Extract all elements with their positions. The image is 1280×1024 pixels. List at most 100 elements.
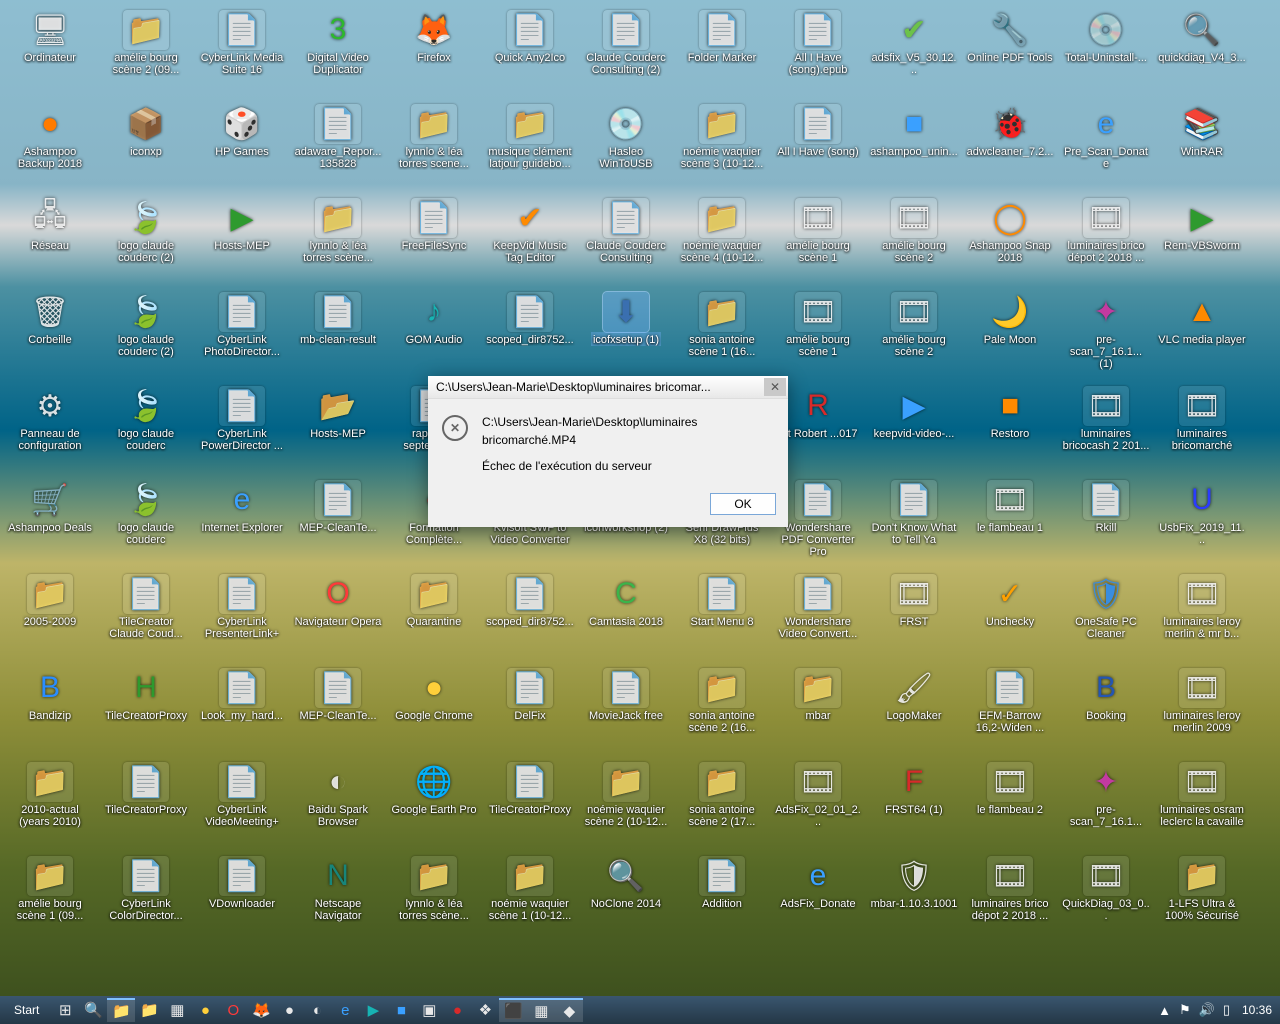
app4-icon[interactable]: ▣ xyxy=(415,998,443,1022)
desktop-icon[interactable]: 📄adaware_Repor... 135828 xyxy=(292,100,384,194)
desktop-icon[interactable]: ✔KeepVid Music Tag Editor xyxy=(484,194,576,288)
desktop-icon[interactable]: 🎞luminaires brico dépot 2 2018 ... xyxy=(964,852,1056,946)
desktop-icon[interactable]: 📄TileCreatorProxy xyxy=(100,758,192,852)
desktop-icon[interactable]: 🎞luminaires brico dépot 2 2018 ... xyxy=(1060,194,1152,288)
desktop-icon[interactable]: 🎞le flambeau 2 xyxy=(964,758,1056,852)
desktop-icon[interactable]: 🎞amélie bourg scène 1 xyxy=(772,194,864,288)
desktop-icon[interactable]: 📄Addition xyxy=(676,852,768,946)
desktop-icon[interactable]: 🎞amélie bourg scène 2 xyxy=(868,194,960,288)
desktop-icon[interactable]: 📄FreeFileSync xyxy=(388,194,480,288)
desktop-icon[interactable]: 🎲HP Games xyxy=(196,100,288,194)
desktop-icon[interactable]: 🔍quickdiag_V4_3... xyxy=(1156,6,1248,100)
desktop-icon[interactable]: 🗑Corbeille xyxy=(4,288,96,382)
chrome-icon[interactable]: ● xyxy=(191,998,219,1022)
desktop-icon[interactable]: UUsbFix_2019_11... xyxy=(1156,476,1248,570)
desktop-icon[interactable]: 🍃logo claude couderc (2) xyxy=(100,194,192,288)
start-menu-icon[interactable]: ⊞ xyxy=(51,998,79,1022)
desktop-icon[interactable]: 🎞luminaires bricocash 2 201... xyxy=(1060,382,1152,476)
desktop-icon[interactable]: 📁mbar xyxy=(772,664,864,758)
desktop-icon[interactable]: 📄CyberLink ColorDirector... xyxy=(100,852,192,946)
desktop-icon[interactable]: ✓Unchecky xyxy=(964,570,1056,664)
app2-icon[interactable]: ● xyxy=(275,998,303,1022)
desktop-icon[interactable]: ◯Ashampoo Snap 2018 xyxy=(964,194,1056,288)
desktop-icon[interactable]: 📄Look_my_hard... xyxy=(196,664,288,758)
app-icon[interactable]: ▦ xyxy=(163,998,191,1022)
desktop-icon[interactable]: ✔adsfix_V5_30.12... xyxy=(868,6,960,100)
desktop-icon[interactable]: 🦊Firefox xyxy=(388,6,480,100)
baidu-icon[interactable]: ◐ xyxy=(303,998,331,1022)
desktop-icon[interactable]: 📁amélie bourg scène 2 (09... xyxy=(100,6,192,100)
desktop-icon[interactable]: 📄All I Have (song).epub xyxy=(772,6,864,100)
desktop-icon[interactable]: 📄Quick Any2Ico xyxy=(484,6,576,100)
desktop-icon[interactable]: 📄scoped_dir8752... xyxy=(484,570,576,664)
desktop-icon[interactable]: 🔍NoClone 2014 xyxy=(580,852,672,946)
desktop-icon[interactable]: ONavigateur Opera xyxy=(292,570,384,664)
desktop-icon[interactable]: 📄CyberLink PresenterLink+ xyxy=(196,570,288,664)
desktop-icon[interactable]: 📁lynnlo & léa torres scène... xyxy=(388,852,480,946)
opera-icon[interactable]: O xyxy=(219,998,247,1022)
desktop-icon[interactable]: ✦pre-scan_7_16.1... (1) xyxy=(1060,288,1152,382)
desktop-icon[interactable]: 🎞luminaires bricomarché xyxy=(1156,382,1248,476)
desktop-icon[interactable]: eAdsFix_Donate xyxy=(772,852,864,946)
desktop-icon[interactable]: 📁sonia antoine scène 1 (16... xyxy=(676,288,768,382)
folder-icon[interactable]: 📁 xyxy=(135,998,163,1022)
close-icon[interactable]: ✕ xyxy=(764,378,786,396)
desktop-icon[interactable]: 📄CyberLink PhotoDirector... xyxy=(196,288,288,382)
desktop-icon[interactable]: 📄MEP-CleanTe... xyxy=(292,664,384,758)
desktop-icon[interactable]: ⬇icofxsetup (1) xyxy=(580,288,672,382)
desktop-icon[interactable]: BBandizip xyxy=(4,664,96,758)
desktop-icon[interactable]: 📄MEP-CleanTe... xyxy=(292,476,384,570)
desktop-icon[interactable]: 📄CyberLink Media Suite 16 xyxy=(196,6,288,100)
desktop-icon[interactable]: 🎞QuickDiag_03_0... xyxy=(1060,852,1152,946)
desktop-icon[interactable]: 📁lynnlo & léa torres scene... xyxy=(388,100,480,194)
desktop-icon[interactable]: eInternet Explorer xyxy=(196,476,288,570)
desktop-icon[interactable]: 🍃logo claude couderc (2) xyxy=(100,288,192,382)
app6-icon[interactable]: ❖ xyxy=(471,998,499,1022)
app3-icon[interactable]: ■ xyxy=(387,998,415,1022)
desktop-icon[interactable]: CCamtasia 2018 xyxy=(580,570,672,664)
desktop-icon[interactable]: 📦iconxp xyxy=(100,100,192,194)
desktop-icon[interactable]: 📄EFM-Barrow 16,2-Widen ... xyxy=(964,664,1056,758)
search-icon[interactable]: 🔍 xyxy=(79,998,107,1022)
network-icon[interactable]: ▯ xyxy=(1223,1002,1230,1018)
desktop-icon[interactable]: 📄DelFix xyxy=(484,664,576,758)
desktop-icon[interactable]: 📁2010-actual (years 2010) xyxy=(4,758,96,852)
desktop-icon[interactable]: ●Ashampoo Backup 2018 xyxy=(4,100,96,194)
desktop-icon[interactable]: 🛒Ashampoo Deals xyxy=(4,476,96,570)
desktop-icon[interactable]: ▶Rem-VBSworm xyxy=(1156,194,1248,288)
desktop-icon[interactable]: 📁noémie waquier scène 4 (10-12... xyxy=(676,194,768,288)
app8-icon[interactable]: ▦ xyxy=(527,998,555,1022)
desktop-icon[interactable]: BBooking xyxy=(1060,664,1152,758)
desktop-icon[interactable]: 📁Quarantine xyxy=(388,570,480,664)
desktop-icon[interactable]: ⚙Panneau de configuration xyxy=(4,382,96,476)
desktop-icon[interactable]: 🖧Réseau xyxy=(4,194,96,288)
desktop-icon[interactable]: 📁musique clément latjour guidebo... xyxy=(484,100,576,194)
desktop-icon[interactable]: ▲VLC media player xyxy=(1156,288,1248,382)
desktop-icon[interactable]: 📄Don't Know What to Tell Ya xyxy=(868,476,960,570)
desktop-icon[interactable]: 📁noémie waquier scène 2 (10-12... xyxy=(580,758,672,852)
desktop-icon[interactable]: ▶Hosts-MEP xyxy=(196,194,288,288)
desktop-icon[interactable]: 🎞luminaires osram leclerc la cavaille xyxy=(1156,758,1248,852)
desktop-icon[interactable]: 3Digital Video Duplicator xyxy=(292,6,384,100)
start-button[interactable]: Start xyxy=(4,1001,49,1019)
desktop-icon[interactable]: 🔧Online PDF Tools xyxy=(964,6,1056,100)
ok-button[interactable]: OK xyxy=(710,493,776,515)
desktop-icon[interactable]: 🐞adwcleaner_7.2... xyxy=(964,100,1056,194)
ie-icon[interactable]: e xyxy=(331,998,359,1022)
desktop-icon[interactable]: 📄TileCreator Claude Coud... xyxy=(100,570,192,664)
media-icon[interactable]: ▶ xyxy=(359,998,387,1022)
desktop-icon[interactable]: 📄Claude Couderc Consulting (2) xyxy=(580,6,672,100)
desktop-icon[interactable]: 📁sonia antoine scène 2 (16... xyxy=(676,664,768,758)
desktop-icon[interactable]: 📁2005-2009 xyxy=(4,570,96,664)
file-explorer-icon[interactable]: 📁 xyxy=(107,998,135,1022)
desktop-icon[interactable]: 📁noémie waquier scène 3 (10-12... xyxy=(676,100,768,194)
desktop-icon[interactable]: 🛡mbar-1.10.3.1001 xyxy=(868,852,960,946)
desktop-icon[interactable]: 🛡OneSafe PC Cleaner xyxy=(1060,570,1152,664)
desktop-icon[interactable]: 📁1-LFS Ultra & 100% Sécurisé xyxy=(1156,852,1248,946)
desktop-icon[interactable]: ◐Baidu Spark Browser xyxy=(292,758,384,852)
desktop-icon[interactable]: 🎞AdsFix_02_01_2... xyxy=(772,758,864,852)
app5-icon[interactable]: ● xyxy=(443,998,471,1022)
clock[interactable]: 10:36 xyxy=(1238,1003,1276,1017)
desktop-icon[interactable]: 💿Hasleo WinToUSB xyxy=(580,100,672,194)
desktop-icon[interactable]: 📄scoped_dir8752... xyxy=(484,288,576,382)
